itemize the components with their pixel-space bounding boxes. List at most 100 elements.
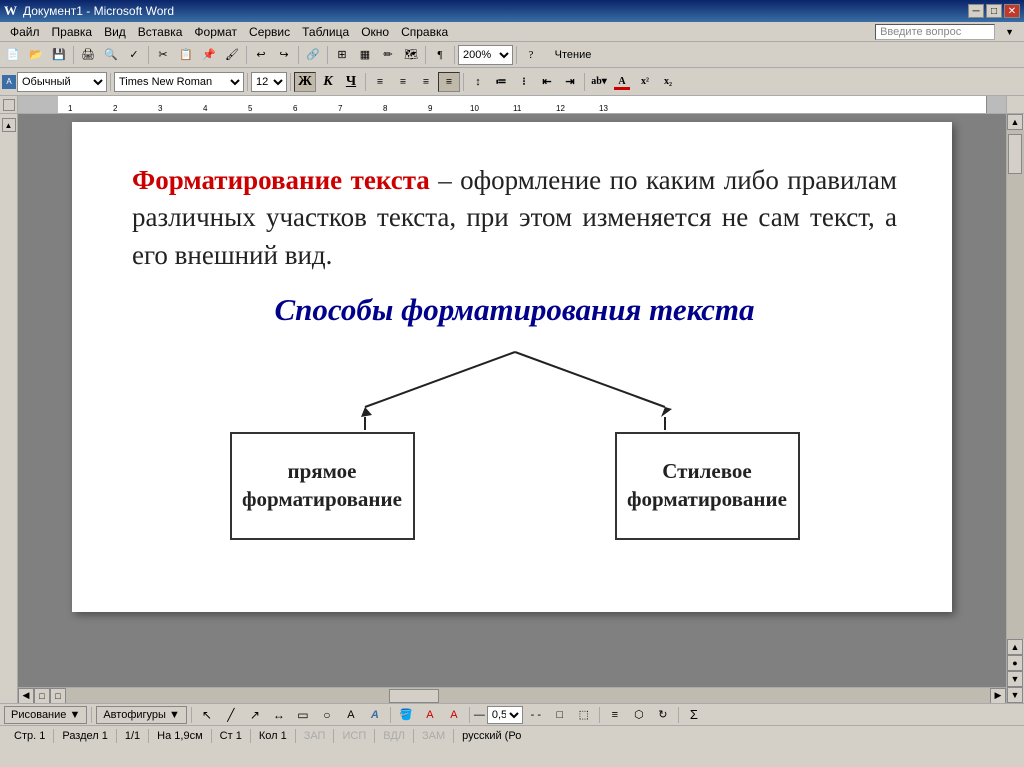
- vscroll-down-btn[interactable]: ▼: [1007, 687, 1023, 703]
- left-panel-btn1[interactable]: ▲: [2, 118, 16, 132]
- drawing-button[interactable]: ✏: [377, 45, 399, 65]
- bullets-button[interactable]: ⁝: [513, 72, 535, 92]
- print-button[interactable]: 🖨: [77, 45, 99, 65]
- vscroll-select-btn[interactable]: ●: [1007, 655, 1023, 671]
- hscroll-thumb[interactable]: [389, 689, 439, 703]
- hscroll-page-btn2[interactable]: □: [50, 688, 66, 704]
- hyperlink-button[interactable]: 🔗: [302, 45, 324, 65]
- window-controls: ─ □ ✕: [968, 4, 1020, 18]
- boxes-row: прямое форматирование Стилевое форматиро…: [230, 432, 800, 540]
- justify-button[interactable]: ≡: [438, 72, 460, 92]
- open-button[interactable]: 📂: [25, 45, 47, 65]
- menu-edit[interactable]: Правка: [46, 23, 99, 41]
- rotate-btn[interactable]: ↻: [652, 706, 674, 724]
- style-select[interactable]: Обычный: [17, 72, 107, 92]
- bold-button[interactable]: Ж: [294, 72, 316, 92]
- align-center-button[interactable]: ≡: [392, 72, 414, 92]
- help-dropdown-icon[interactable]: ▼: [999, 25, 1020, 39]
- help-search-input[interactable]: [875, 24, 995, 40]
- status-vdl: ВДЛ: [375, 729, 414, 743]
- 3d-btn[interactable]: ⬚: [573, 706, 595, 724]
- table-button[interactable]: ⊞: [331, 45, 353, 65]
- heading-2: Способы форматирования текста: [132, 292, 897, 328]
- fmt-sep-5: [463, 73, 464, 91]
- align-draw-btn[interactable]: ≡: [604, 706, 626, 724]
- line-width-select[interactable]: 0,511,52: [487, 706, 523, 724]
- numbering-button[interactable]: ≔: [490, 72, 512, 92]
- read-mode-button[interactable]: Чтение: [543, 45, 603, 65]
- columns-button[interactable]: ▦: [354, 45, 376, 65]
- undo-button[interactable]: ↩: [250, 45, 272, 65]
- menu-help[interactable]: Справка: [395, 23, 454, 41]
- line-color-btn[interactable]: A: [419, 706, 441, 724]
- menu-service[interactable]: Сервис: [243, 23, 296, 41]
- new-button[interactable]: 📄: [2, 45, 24, 65]
- document-map-button[interactable]: 🗺: [400, 45, 422, 65]
- spellcheck-button[interactable]: ✓: [123, 45, 145, 65]
- menu-file[interactable]: Файл: [4, 23, 46, 41]
- autoshapes-button[interactable]: Автофигуры ▼: [96, 706, 187, 724]
- oval-tool-btn[interactable]: ○: [316, 706, 338, 724]
- line-style-label: —: [474, 709, 485, 721]
- highlight-button[interactable]: ab▾: [588, 72, 610, 92]
- superscript-button[interactable]: x²: [634, 72, 656, 92]
- show-hide-button[interactable]: ¶: [429, 45, 451, 65]
- font-color-button[interactable]: A: [611, 72, 633, 92]
- arrows-svg: [165, 352, 865, 432]
- menu-table[interactable]: Таблица: [296, 23, 355, 41]
- sum-btn[interactable]: Σ: [683, 706, 705, 724]
- line-tool-btn[interactable]: ╱: [220, 706, 242, 724]
- copy-button[interactable]: 📋: [175, 45, 197, 65]
- wordart-tool-btn[interactable]: A: [364, 706, 386, 724]
- format-painter-button[interactable]: 🖌: [221, 45, 243, 65]
- align-right-button[interactable]: ≡: [415, 72, 437, 92]
- hscroll-right-btn[interactable]: ▶: [990, 688, 1006, 704]
- hscroll-page-btn1[interactable]: □: [34, 688, 50, 704]
- paste-button[interactable]: 📌: [198, 45, 220, 65]
- font-size-select[interactable]: 1281014161824: [251, 72, 287, 92]
- vscroll-up-btn[interactable]: ▲: [1007, 114, 1023, 130]
- draw-button[interactable]: Рисование ▼: [4, 706, 87, 724]
- print-preview-button[interactable]: 🔍: [100, 45, 122, 65]
- menu-format[interactable]: Формат: [188, 23, 243, 41]
- fmt-sep-1: [110, 73, 111, 91]
- menubar: Файл Правка Вид Вставка Формат Сервис Та…: [0, 22, 1024, 42]
- font-select[interactable]: Times New Roman: [114, 72, 244, 92]
- hscroll-left-btn[interactable]: ◀: [18, 688, 34, 704]
- underline-button[interactable]: Ч: [340, 72, 362, 92]
- menu-window[interactable]: Окно: [355, 23, 395, 41]
- vscroll-prev-page-btn[interactable]: ▲: [1007, 639, 1023, 655]
- fill-color-btn[interactable]: 🪣: [395, 706, 417, 724]
- redo-button[interactable]: ↪: [273, 45, 295, 65]
- status-page: Стр. 1: [6, 729, 54, 743]
- align-left-button[interactable]: ≡: [369, 72, 391, 92]
- vscroll-next-page-btn[interactable]: ▼: [1007, 671, 1023, 687]
- close-button[interactable]: ✕: [1004, 4, 1020, 18]
- vscroll-thumb[interactable]: [1008, 134, 1022, 174]
- ruler-corner[interactable]: [3, 99, 15, 111]
- status-section: Раздел 1: [54, 729, 117, 743]
- decrease-indent-button[interactable]: ⇤: [536, 72, 558, 92]
- cut-button[interactable]: ✂: [152, 45, 174, 65]
- menu-view[interactable]: Вид: [98, 23, 132, 41]
- dbl-arrow-tool-btn[interactable]: ↔: [268, 706, 290, 724]
- zoom-select[interactable]: 200%150%100%75%: [458, 45, 513, 65]
- dash-style-btn[interactable]: - -: [525, 706, 547, 724]
- group-btn[interactable]: ⬡: [628, 706, 650, 724]
- increase-indent-button[interactable]: ⇥: [559, 72, 581, 92]
- shadow-btn[interactable]: □: [549, 706, 571, 724]
- menu-insert[interactable]: Вставка: [132, 23, 189, 41]
- cursor-tool-btn[interactable]: ↖: [196, 706, 218, 724]
- textbox-tool-btn[interactable]: A: [340, 706, 362, 724]
- font-color-btn2[interactable]: A: [443, 706, 465, 724]
- maximize-button[interactable]: □: [986, 4, 1002, 18]
- help-button[interactable]: ?: [520, 45, 542, 65]
- italic-button[interactable]: К: [317, 72, 339, 92]
- arrow-tool-btn[interactable]: ↗: [244, 706, 266, 724]
- horizontal-scrollbar: ◀ □ □ ▶: [18, 687, 1006, 703]
- subscript-button[interactable]: x₂: [657, 72, 679, 92]
- line-spacing-button[interactable]: ↕: [467, 72, 489, 92]
- minimize-button[interactable]: ─: [968, 4, 984, 18]
- save-button[interactable]: 💾: [48, 45, 70, 65]
- rect-tool-btn[interactable]: ▭: [292, 706, 314, 724]
